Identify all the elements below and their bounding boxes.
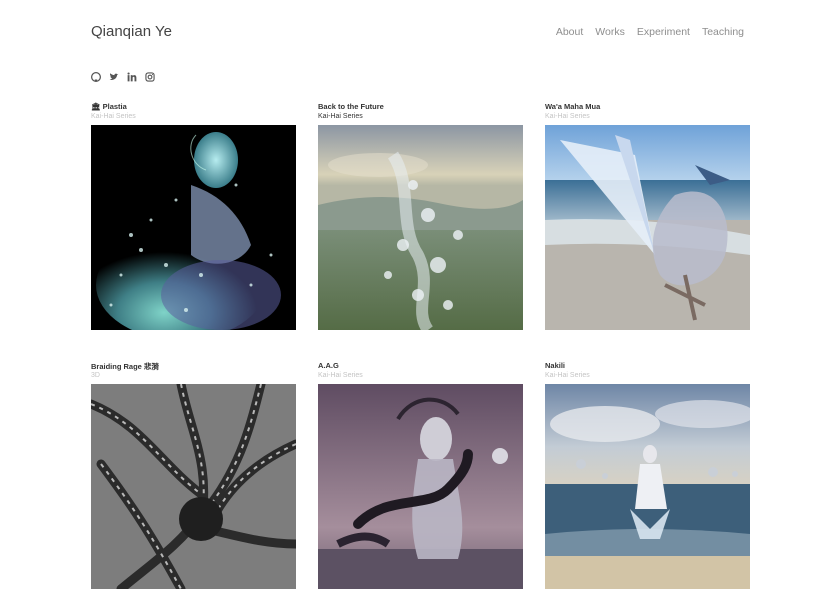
nav-works[interactable]: Works	[595, 26, 625, 38]
nav-experiment[interactable]: Experiment	[637, 26, 690, 38]
instagram-icon[interactable]	[145, 72, 155, 82]
work-series: Kai-Hai Series	[545, 113, 590, 120]
twitter-icon[interactable]	[109, 72, 119, 82]
work-thumbnail[interactable]	[91, 384, 296, 589]
site-name[interactable]: Qianqian Ye	[91, 23, 172, 40]
work-series: Kai-Hai Series	[91, 113, 136, 120]
work-card-braiding-rage[interactable]: Braiding Rage 悲漪 3D	[91, 361, 296, 589]
work-series: Kai-Hai Series	[318, 113, 363, 120]
nav-about[interactable]: About	[556, 26, 583, 38]
work-series: Kai-Hai Series	[545, 372, 590, 379]
work-title[interactable]: Braiding Rage 悲漪	[91, 361, 296, 371]
work-card-plastia[interactable]: 🏛 Plastia Kai-Hai Series	[91, 102, 296, 330]
work-title[interactable]: Back to the Future	[318, 102, 523, 112]
work-thumbnail[interactable]	[545, 384, 750, 589]
social-links	[91, 72, 155, 82]
work-thumbnail[interactable]	[318, 384, 523, 589]
work-series: 3D	[91, 372, 100, 379]
work-title[interactable]: Nakili	[545, 361, 750, 371]
github-icon[interactable]	[91, 72, 101, 82]
linkedin-icon[interactable]	[127, 72, 137, 82]
work-series: Kai-Hai Series	[318, 372, 363, 379]
work-card-aag[interactable]: A.A.G Kai-Hai Series	[318, 361, 523, 589]
work-card-waa-maha-mua[interactable]: Wa'a Maha Mua Kai-Hai Series	[545, 102, 750, 330]
main-nav: About Works Experiment Teaching	[556, 26, 744, 38]
work-title[interactable]: A.A.G	[318, 361, 523, 371]
work-title[interactable]: Wa'a Maha Mua	[545, 102, 750, 112]
nav-teaching[interactable]: Teaching	[702, 26, 744, 38]
work-title[interactable]: 🏛 Plastia	[91, 102, 296, 112]
work-card-back-to-the-future[interactable]: Back to the Future Kai-Hai Series	[318, 102, 523, 330]
work-thumbnail[interactable]	[318, 125, 523, 330]
work-card-nakili[interactable]: Nakili Kai-Hai Series	[545, 361, 750, 589]
work-thumbnail[interactable]	[91, 125, 296, 330]
work-thumbnail[interactable]	[545, 125, 750, 330]
